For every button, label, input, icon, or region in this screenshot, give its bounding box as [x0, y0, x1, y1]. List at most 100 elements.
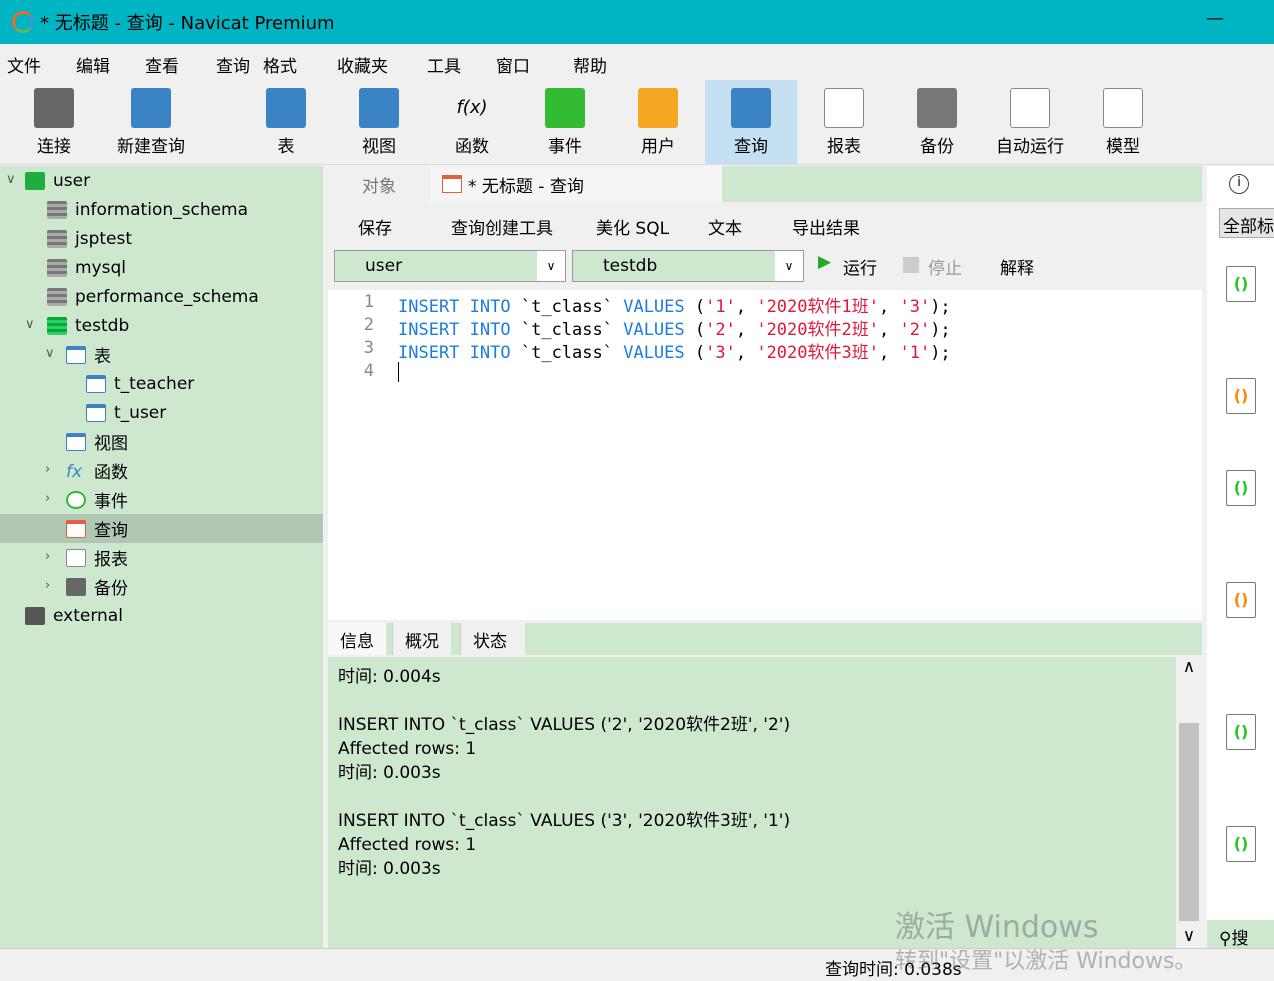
menu-edit[interactable]: 编辑: [76, 52, 110, 77]
tree-connection-external[interactable]: external: [0, 601, 323, 630]
toolbar-label: 自动运行: [996, 137, 1064, 157]
menu-favorites[interactable]: 收藏夹: [337, 52, 388, 77]
tree-events[interactable]: 事件: [0, 485, 323, 514]
toolbar-clock-button[interactable]: 事件: [519, 80, 611, 164]
menu-format[interactable]: 格式: [263, 52, 297, 77]
database-open-icon: [47, 316, 67, 335]
tab-query[interactable]: * 无标题 - 查询: [430, 166, 722, 202]
toolbar-table-button[interactable]: 表: [240, 80, 332, 164]
message-line: 时间: 0.003s: [338, 859, 441, 879]
database-icon: [47, 287, 67, 306]
toolbar-report-button[interactable]: 报表: [798, 80, 890, 164]
toolbar-backup-button[interactable]: 备份: [891, 80, 983, 164]
query-icon: [66, 519, 86, 538]
menu-tools[interactable]: 工具: [427, 52, 461, 77]
toolbar-new-query-button[interactable]: 新建查询: [105, 80, 197, 164]
query-icon: [731, 88, 771, 128]
menu-query[interactable]: 查询: [216, 52, 250, 77]
tree-table-t_teacher[interactable]: t_teacher: [0, 369, 323, 398]
report-icon: [66, 548, 86, 567]
run-icon: ▶: [818, 252, 832, 272]
title-bar: * 无标题 - 查询 - Navicat Premium —: [0, 0, 1274, 44]
menu-window[interactable]: 窗口: [496, 52, 530, 77]
text-button[interactable]: 文本: [708, 214, 742, 239]
tab-info[interactable]: 信息: [328, 623, 386, 655]
toolbar-model-button[interactable]: 模型: [1077, 80, 1169, 164]
menu-file[interactable]: 文件: [7, 52, 41, 77]
vertical-scrollbar[interactable]: ∧ ∨: [1176, 657, 1202, 948]
stop-button[interactable]: 停止: [928, 254, 962, 279]
export-results-button[interactable]: 导出结果: [792, 214, 860, 239]
clock-icon: [66, 490, 86, 509]
database-icon: [47, 258, 67, 277]
toolbar-label: 用户: [641, 137, 675, 157]
minimize-button[interactable]: —: [1206, 8, 1224, 29]
chevron-up-icon[interactable]: ∧: [1176, 657, 1202, 677]
tree-queries[interactable]: 查询: [0, 514, 323, 543]
function-icon: f(x): [456, 97, 488, 118]
message-line: Affected rows: 1: [338, 739, 477, 759]
query-builder-button[interactable]: 查询创建工具: [451, 214, 553, 239]
tree-functions[interactable]: fx 函数: [0, 456, 323, 485]
tree-backups[interactable]: 备份: [0, 572, 323, 601]
main-toolbar: 连接 新建查询 表 视图 f(x) 函数 事件 用户 查询 报表 备份 自动运行 模型: [0, 80, 1274, 165]
toolbar-label: 视图: [362, 137, 396, 157]
toolbar-view-button[interactable]: 视图: [333, 80, 425, 164]
view-icon: [66, 432, 86, 451]
tree-db[interactable]: information_schema: [0, 195, 323, 224]
query-workspace: 对象 * 无标题 - 查询 保存 查询创建工具 美化 SQL 文本 导出结果 u…: [328, 166, 1202, 948]
tree-connection-user[interactable]: user: [0, 166, 323, 195]
tree-table-t_user[interactable]: t_user: [0, 398, 323, 427]
feather-icon: [25, 606, 45, 625]
code-line: INSERT INTO `t_class` VALUES ('3', '2020…: [398, 343, 951, 363]
toolbar-schedule-button[interactable]: 自动运行: [984, 80, 1076, 164]
beautify-sql-button[interactable]: 美化 SQL: [596, 214, 669, 239]
tree-tables[interactable]: 表: [0, 340, 323, 369]
table-icon: [266, 88, 306, 128]
toolbar-plug-add-button[interactable]: 连接: [8, 80, 100, 164]
chevron-down-icon: ∨: [537, 251, 565, 281]
toolbar-query-button[interactable]: 查询: [705, 80, 797, 164]
table-icon: [86, 374, 106, 393]
run-button[interactable]: 运行: [843, 254, 877, 279]
schedule-icon: [1010, 88, 1050, 128]
sql-editor[interactable]: 1 INSERT INTO `t_class` VALUES ('1', '202…: [328, 290, 1202, 620]
tree-db[interactable]: jsptest: [0, 224, 323, 253]
menu-view[interactable]: 查看: [145, 52, 179, 77]
tab-overview[interactable]: 概况: [392, 623, 451, 655]
snippet-icon[interactable]: (): [1226, 826, 1256, 862]
scrollbar-thumb[interactable]: [1179, 723, 1199, 921]
tree-db[interactable]: performance_schema: [0, 282, 323, 311]
search-field[interactable]: ⚲搜索: [1207, 920, 1274, 974]
database-icon: [47, 200, 67, 219]
function-icon: fx: [66, 461, 83, 482]
snippet-icon[interactable]: (): [1226, 582, 1256, 618]
tree-db-testdb[interactable]: testdb: [0, 311, 323, 340]
toolbar-label: 连接: [37, 137, 71, 157]
editor-toolbar: 保存 查询创建工具 美化 SQL 文本 导出结果: [328, 206, 1202, 244]
line-number: 3: [363, 338, 374, 358]
snippet-icon[interactable]: (): [1226, 470, 1256, 506]
explain-button[interactable]: 解释: [1000, 254, 1034, 279]
database-select[interactable]: testdb ∨: [572, 250, 804, 282]
tree-reports[interactable]: 报表: [0, 543, 323, 572]
tree-views[interactable]: 视图: [0, 427, 323, 456]
table-icon: [66, 345, 86, 364]
snippet-icon[interactable]: (): [1226, 714, 1256, 750]
menu-help[interactable]: 帮助: [573, 52, 607, 77]
line-number: 2: [363, 315, 374, 335]
tab-status[interactable]: 状态: [460, 623, 525, 655]
filter-button[interactable]: 全部标: [1219, 208, 1274, 238]
toolbar-label: 查询: [734, 137, 768, 157]
toolbar-user-button[interactable]: 用户: [612, 80, 704, 164]
snippet-icon[interactable]: (): [1226, 378, 1256, 414]
info-icon[interactable]: i: [1229, 174, 1249, 194]
snippet-icon[interactable]: (): [1226, 266, 1256, 302]
save-button[interactable]: 保存: [358, 214, 392, 239]
tab-objects[interactable]: 对象: [328, 166, 430, 202]
message-line: 时间: 0.003s: [338, 763, 441, 783]
line-number: 1: [363, 292, 374, 312]
tree-db[interactable]: mysql: [0, 253, 323, 282]
connection-select[interactable]: user ∨: [334, 250, 566, 282]
toolbar-function-button[interactable]: f(x) 函数: [426, 80, 518, 164]
